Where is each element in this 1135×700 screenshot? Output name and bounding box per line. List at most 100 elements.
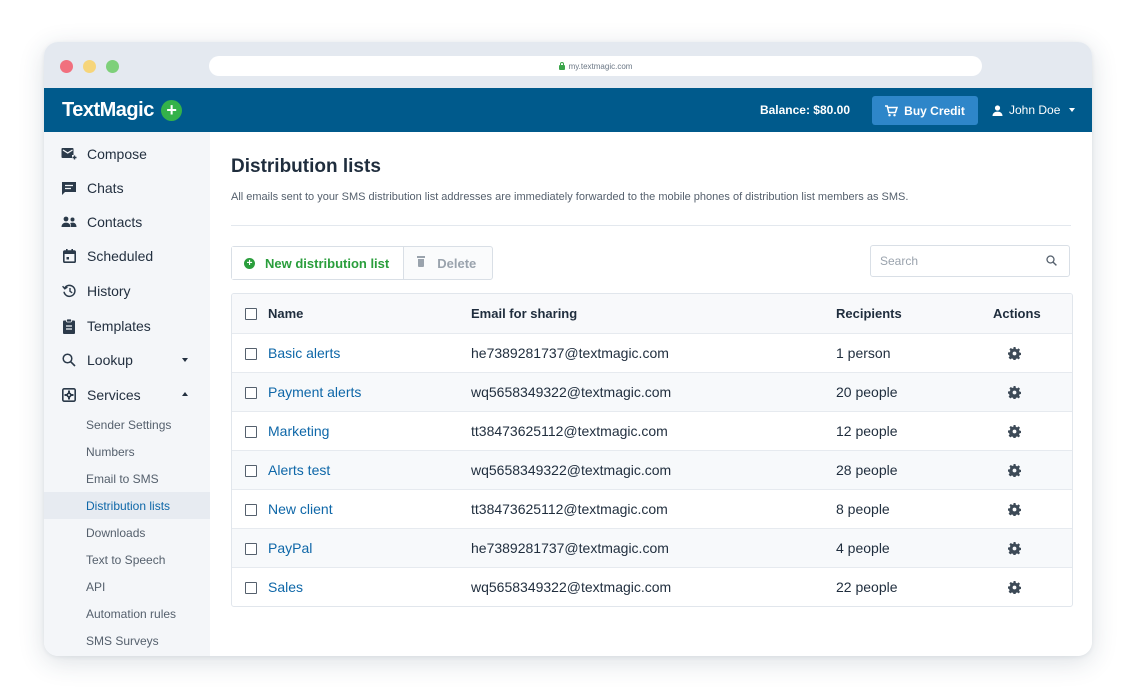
sidebar-item-label: Compose [87,146,147,162]
toolbar: + New distribution list Delete [231,246,494,280]
user-icon [992,104,1003,116]
close-window-button[interactable] [60,60,73,73]
url-text: my.textmagic.com [568,61,633,71]
new-distribution-list-button[interactable]: + New distribution list [232,247,405,279]
sidebar-item-label: History [87,283,131,299]
sidebar-sub-automation-rules[interactable]: Automation rules [44,600,210,627]
table-header-row: Name Email for sharing Recipients Action… [232,294,1072,333]
sidebar-item-scheduled[interactable]: Scheduled [44,239,210,273]
list-name-link[interactable]: Basic alerts [268,334,340,372]
sidebar-sub-text-to-speech[interactable]: Text to Speech [44,546,210,573]
buy-credit-button[interactable]: Buy Credit [872,96,978,125]
row-checkbox[interactable] [245,504,257,516]
list-email: wq5658349322@textmagic.com [471,384,672,400]
list-name-link[interactable]: New client [268,490,333,528]
contacts-icon [61,214,77,230]
gear-icon[interactable] [1008,464,1021,477]
list-recipients: 28 people [836,462,898,478]
list-name-link[interactable]: Sales [268,568,303,606]
sidebar-item-lookup[interactable]: Lookup [44,343,210,377]
list-name-link[interactable]: Payment alerts [268,373,361,411]
select-all-checkbox[interactable] [245,308,257,320]
services-icon [61,387,77,403]
row-checkbox[interactable] [245,543,257,555]
sidebar-sub-sms-surveys[interactable]: SMS Surveys [44,627,210,654]
chevron-down-icon [182,358,188,362]
sidebar-sub-downloads[interactable]: Downloads [44,519,210,546]
row-checkbox[interactable] [245,465,257,477]
column-header-actions: Actions [993,306,1041,321]
list-recipients: 1 person [836,345,891,361]
list-email: he7389281737@textmagic.com [471,345,669,361]
calendar-icon [61,248,77,264]
sidebar-sub-sender-settings[interactable]: Sender Settings [44,411,210,438]
list-email: tt38473625112@textmagic.com [471,423,668,439]
table-row[interactable]: PayPal he7389281737@textmagic.com 4 peop… [232,528,1072,567]
list-recipients: 12 people [836,423,898,439]
sidebar-item-services[interactable]: Services [44,378,210,412]
distribution-lists-table: Name Email for sharing Recipients Action… [231,293,1073,607]
sidebar-item-label: Services [87,387,141,403]
new-distribution-list-label: New distribution list [265,255,390,271]
row-checkbox[interactable] [245,348,257,360]
buy-credit-label: Buy Credit [904,103,965,118]
list-name-link[interactable]: Marketing [268,412,329,450]
sidebar-sub-numbers[interactable]: Numbers [44,438,210,465]
row-checkbox[interactable] [245,387,257,399]
row-checkbox[interactable] [245,426,257,438]
sidebar-item-contacts[interactable]: Contacts [44,205,210,239]
logo-text: TextMagic [62,99,154,121]
clipboard-icon [61,318,77,334]
page-description: All emails sent to your SMS distribution… [231,191,909,203]
search-icon[interactable] [1046,255,1057,266]
sidebar-sub-api[interactable]: API [44,573,210,600]
gear-icon[interactable] [1008,542,1021,555]
balance: Balance: $80.00 [759,103,850,117]
column-header-name[interactable]: Name [268,294,303,333]
gear-icon[interactable] [1008,425,1021,438]
gear-icon[interactable] [1008,503,1021,516]
trash-icon [417,256,426,267]
delete-button[interactable]: Delete [404,247,492,279]
cart-icon [885,104,899,116]
table-row[interactable]: Alerts test wq5658349322@textmagic.com 2… [232,450,1072,489]
gear-icon[interactable] [1008,347,1021,360]
minimize-window-button[interactable] [83,60,96,73]
sidebar-item-history[interactable]: History [44,274,210,308]
compose-icon [61,146,77,162]
sidebar-sub-email-to-sms[interactable]: Email to SMS [44,465,210,492]
sidebar-item-compose[interactable]: Compose [44,137,210,171]
sidebar-item-chats[interactable]: Chats [44,171,210,205]
row-checkbox[interactable] [245,582,257,594]
maximize-window-button[interactable] [106,60,119,73]
table-row[interactable]: Payment alerts wq5658349322@textmagic.co… [232,372,1072,411]
sidebar-item-templates[interactable]: Templates [44,309,210,343]
list-email: wq5658349322@textmagic.com [471,579,672,595]
sidebar-item-label: Contacts [87,214,143,230]
search-icon [61,352,77,368]
chevron-down-icon [1069,108,1076,112]
list-email: tt38473625112@textmagic.com [471,501,668,517]
table-row[interactable]: New client tt38473625112@textmagic.com 8… [232,489,1072,528]
search-input[interactable] [880,252,1030,270]
address-bar[interactable]: my.textmagic.com [209,56,982,76]
sidebar-item-label: Templates [87,318,151,334]
list-name-link[interactable]: Alerts test [268,451,330,489]
list-email: he7389281737@textmagic.com [471,540,669,556]
table-row[interactable]: Marketing tt38473625112@textmagic.com 12… [232,411,1072,450]
logo[interactable]: TextMagic + [62,99,182,122]
gear-icon[interactable] [1008,386,1021,399]
chevron-up-icon [182,392,188,396]
top-bar: TextMagic + Balance: $80.00 Buy Credit J… [44,88,1092,132]
user-menu[interactable]: John Doe [992,103,1076,117]
column-header-email[interactable]: Email for sharing [471,294,577,333]
table-row[interactable]: Basic alerts he7389281737@textmagic.com … [232,333,1072,372]
list-recipients: 4 people [836,540,890,556]
table-row[interactable]: Sales wq5658349322@textmagic.com 22 peop… [232,567,1072,606]
gear-icon[interactable] [1008,581,1021,594]
list-name-link[interactable]: PayPal [268,529,312,567]
column-header-recipients[interactable]: Recipients [836,294,902,333]
page-title: Distribution lists [231,156,381,177]
divider [231,225,1071,226]
sidebar-sub-distribution-lists[interactable]: Distribution lists [44,492,210,519]
